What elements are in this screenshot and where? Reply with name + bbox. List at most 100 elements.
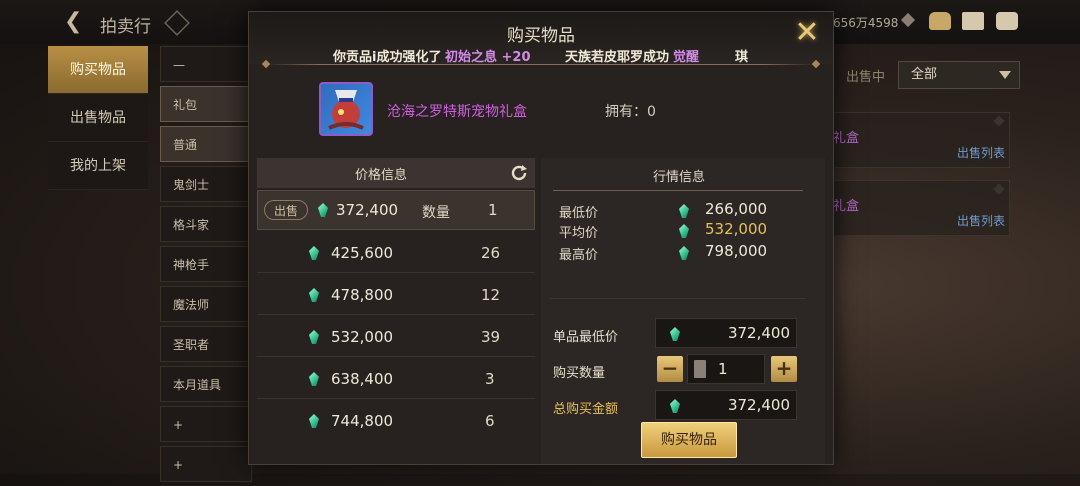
category-item[interactable]: 神枪手 bbox=[160, 246, 252, 282]
filter-dropdown[interactable]: 全部 bbox=[898, 61, 1020, 89]
nav-buy[interactable]: 购买物品 bbox=[48, 46, 148, 94]
category-item[interactable]: + bbox=[160, 446, 252, 482]
gem-icon bbox=[309, 372, 319, 386]
unit-min-price-label: 单品最低价 bbox=[553, 330, 619, 345]
owned-count: 拥有：0 bbox=[605, 104, 656, 120]
divider bbox=[549, 298, 805, 299]
listing-price: 532,000 bbox=[331, 328, 394, 346]
listing-price: 478,800 bbox=[331, 286, 394, 304]
unit-min-price-value: 372,400 bbox=[727, 324, 790, 342]
min-price-value: 266,000 bbox=[705, 200, 768, 218]
price-info-title: 价格信息 bbox=[354, 168, 407, 183]
sell-list-link[interactable]: 出售列表 bbox=[957, 212, 1005, 229]
decrease-quantity-button[interactable]: − bbox=[657, 356, 683, 382]
avg-price-value: 532,000 bbox=[705, 220, 768, 238]
gem-icon bbox=[670, 399, 680, 413]
market-info-panel: 行情信息 最低价 266,000 平均价 532,000 最高价 798,000… bbox=[541, 158, 825, 464]
nav-sell[interactable]: 出售物品 bbox=[48, 94, 148, 142]
item-name: 沧海之罗特斯宠物礼盒 bbox=[387, 104, 527, 120]
nav-my-listings[interactable]: 我的上架 bbox=[48, 142, 148, 190]
gem-icon bbox=[309, 288, 319, 302]
filter-label: 出售中 bbox=[846, 70, 886, 85]
diamond-icon bbox=[993, 115, 1005, 127]
list-item[interactable]: 礼盒 出售列表 bbox=[832, 112, 1010, 168]
announcement-ticker: 你贡品i成功强化了 初始之息 +20 天族若皮耶罗成功 觉醒 琪 bbox=[249, 46, 833, 65]
increase-quantity-button[interactable]: + bbox=[771, 356, 797, 382]
ticker-text: 琪 bbox=[735, 50, 749, 65]
calculator-icon[interactable] bbox=[694, 360, 706, 378]
page-title: 拍卖行 bbox=[100, 17, 151, 37]
listing-row[interactable]: 532,000 39 bbox=[257, 316, 535, 357]
buy-quantity-label: 购买数量 bbox=[553, 366, 606, 381]
listing-row[interactable]: 出售 372,400 数量 1 bbox=[257, 190, 535, 230]
gem-icon bbox=[309, 330, 319, 344]
modal-title: 购买物品 bbox=[507, 26, 575, 46]
ticker-highlight: 初始之息 +20 bbox=[445, 50, 531, 65]
ticker-text: 天族若皮耶罗成功 bbox=[565, 50, 670, 65]
listing-quantity: 12 bbox=[481, 286, 501, 304]
buy-item-button[interactable]: 购买物品 bbox=[641, 422, 737, 458]
market-info-title: 行情信息 bbox=[652, 170, 705, 185]
avg-price-label: 平均价 bbox=[559, 226, 599, 241]
mail-icon[interactable] bbox=[962, 12, 984, 30]
listing-price: 638,400 bbox=[331, 370, 394, 388]
quantity-value: 1 bbox=[718, 360, 728, 378]
left-nav: 购买物品 出售物品 我的上架 bbox=[48, 46, 152, 190]
category-item[interactable]: + bbox=[160, 406, 252, 442]
ticker-highlight: 觉醒 bbox=[673, 50, 700, 65]
unit-min-price-field: 372,400 bbox=[655, 318, 797, 348]
max-price-label: 最高价 bbox=[559, 248, 599, 263]
min-price-label: 最低价 bbox=[559, 206, 599, 221]
gem-icon bbox=[309, 246, 319, 260]
total-amount-value: 372,400 bbox=[727, 396, 790, 414]
list-item[interactable]: 礼盒 出售列表 bbox=[832, 180, 1010, 236]
listing-row[interactable]: 638,400 3 bbox=[257, 358, 535, 399]
list-item-name: 礼盒 bbox=[833, 131, 860, 146]
quantity-input[interactable]: 1 bbox=[687, 354, 765, 384]
gem-icon bbox=[318, 203, 328, 217]
gem-icon bbox=[670, 327, 680, 341]
bag-icon[interactable] bbox=[929, 12, 951, 30]
max-price-value: 798,000 bbox=[705, 242, 768, 260]
category-item[interactable]: 礼包 bbox=[160, 86, 252, 122]
gem-icon bbox=[679, 246, 689, 260]
back-arrow-icon[interactable]: ❮ bbox=[64, 10, 88, 34]
chat-icon[interactable] bbox=[996, 12, 1018, 30]
refresh-icon[interactable] bbox=[509, 163, 529, 183]
currency-amount: 656万4598 bbox=[833, 16, 899, 30]
category-item[interactable]: 本月道具 bbox=[160, 366, 252, 402]
gem-icon bbox=[679, 204, 689, 218]
gem-icon bbox=[309, 414, 319, 428]
listing-quantity: 39 bbox=[481, 328, 501, 346]
sell-tag: 出售 bbox=[264, 200, 308, 220]
category-item[interactable]: 鬼剑士 bbox=[160, 166, 252, 202]
emblem-icon bbox=[164, 10, 190, 36]
category-list: — 礼包 普通 鬼剑士 格斗家 神枪手 魔法师 圣职者 本月道具 + + bbox=[160, 46, 252, 486]
listing-price: 744,800 bbox=[331, 412, 394, 430]
total-amount-label: 总购买金额 bbox=[553, 402, 619, 417]
listing-row[interactable]: 478,800 12 bbox=[257, 274, 535, 315]
listing-quantity: 1 bbox=[488, 201, 498, 219]
listing-price: 372,400 bbox=[336, 201, 399, 219]
caret-down-icon bbox=[999, 71, 1011, 79]
quantity-label: 数量 bbox=[422, 205, 450, 221]
category-item[interactable]: 圣职者 bbox=[160, 326, 252, 362]
category-item[interactable]: 普通 bbox=[160, 126, 252, 162]
listing-row[interactable]: 744,800 6 bbox=[257, 400, 535, 440]
ticker-text: 你贡品i成功强化了 bbox=[333, 50, 442, 65]
category-item[interactable]: 格斗家 bbox=[160, 206, 252, 242]
price-info-header: 价格信息 bbox=[257, 158, 535, 188]
gem-icon bbox=[679, 224, 689, 238]
filter-value: 全部 bbox=[911, 67, 938, 82]
sell-list-link[interactable]: 出售列表 bbox=[957, 144, 1005, 161]
listing-row[interactable]: 425,600 26 bbox=[257, 232, 535, 273]
listing-quantity: 3 bbox=[485, 370, 495, 388]
total-amount-field: 372,400 bbox=[655, 390, 797, 420]
listing-quantity: 26 bbox=[481, 244, 501, 262]
category-item[interactable]: 魔法师 bbox=[160, 286, 252, 322]
list-item-name: 礼盒 bbox=[833, 199, 860, 214]
divider bbox=[553, 190, 803, 191]
item-icon bbox=[319, 82, 373, 136]
divider bbox=[265, 64, 817, 65]
category-item[interactable]: — bbox=[160, 46, 252, 82]
